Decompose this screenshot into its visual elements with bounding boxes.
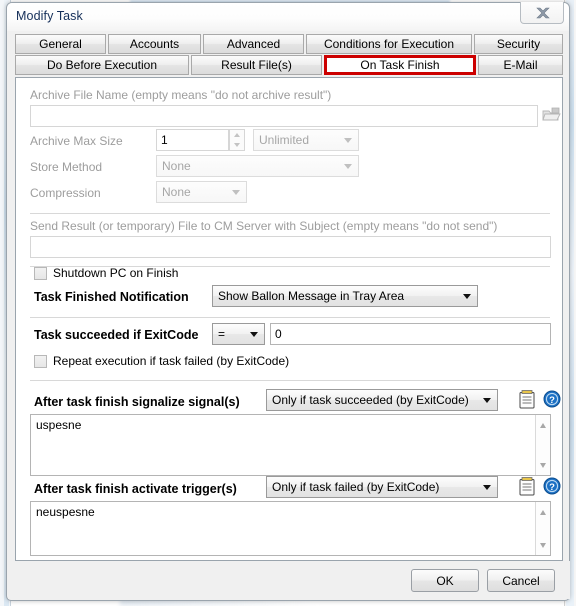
archive-max-size-label: Archive Max Size bbox=[30, 134, 123, 148]
tab-on-task-finish[interactable]: On Task Finish bbox=[327, 58, 473, 72]
tab-security[interactable]: Security bbox=[474, 34, 563, 54]
modify-task-dialog: Modify Task General Accounts Advanced Co… bbox=[6, 2, 570, 601]
chevron-down-icon bbox=[344, 138, 352, 143]
store-method-value: None bbox=[162, 159, 191, 173]
archive-file-name-label: Archive File Name (empty means "do not a… bbox=[30, 88, 332, 102]
dialog-titlebar: Modify Task bbox=[7, 2, 569, 31]
dialog-footer: OK Cancel bbox=[8, 561, 570, 599]
dialog-title: Modify Task bbox=[16, 9, 83, 23]
tab-row-2: Do Before Execution Result File(s) On Ta… bbox=[15, 55, 563, 75]
chevron-down-icon bbox=[344, 164, 352, 169]
tab-on-task-finish-highlight: On Task Finish bbox=[324, 55, 476, 75]
exitcode-value-input[interactable] bbox=[270, 323, 551, 345]
task-finished-notification-value: Show Ballon Message in Tray Area bbox=[218, 289, 405, 303]
shutdown-pc-label: Shutdown PC on Finish bbox=[53, 266, 179, 280]
tab-email[interactable]: E-Mail bbox=[478, 55, 563, 75]
exitcode-operator-combo[interactable]: = bbox=[212, 323, 265, 345]
signal-list-button[interactable] bbox=[519, 390, 535, 414]
send-result-label: Send Result (or temporary) File to CM Se… bbox=[30, 219, 498, 233]
archive-max-size-spinner[interactable] bbox=[229, 129, 245, 151]
compression-combo[interactable]: None bbox=[156, 181, 247, 203]
signal-help-button[interactable]: ? bbox=[543, 390, 561, 413]
tab-strip: General Accounts Advanced Conditions for… bbox=[15, 34, 563, 76]
repeat-execution-checkbox[interactable] bbox=[34, 355, 47, 368]
chevron-down-icon bbox=[232, 190, 240, 195]
tab-general[interactable]: General bbox=[15, 34, 106, 54]
scroll-down-icon[interactable] bbox=[536, 538, 550, 553]
divider-4 bbox=[30, 380, 550, 381]
trigger-list-value: neuspesne bbox=[36, 505, 95, 519]
chevron-down-icon bbox=[483, 485, 491, 490]
chevron-down-icon bbox=[483, 398, 491, 403]
trigger-list-button[interactable] bbox=[519, 477, 535, 501]
activate-triggers-label: After task finish activate trigger(s) bbox=[34, 482, 237, 496]
help-question-icon: ? bbox=[543, 390, 561, 408]
task-finished-notification-combo[interactable]: Show Ballon Message in Tray Area bbox=[212, 285, 478, 307]
archive-file-name-input[interactable] bbox=[30, 105, 538, 127]
help-question-icon: ? bbox=[543, 477, 561, 495]
task-finished-notification-label: Task Finished Notification bbox=[34, 290, 189, 304]
scroll-up-icon[interactable] bbox=[536, 504, 550, 519]
divider-3 bbox=[30, 317, 550, 318]
compression-label: Compression bbox=[30, 186, 101, 200]
trigger-list-textarea[interactable]: neuspesne bbox=[30, 501, 551, 556]
tab-accounts[interactable]: Accounts bbox=[108, 34, 201, 54]
on-task-finish-panel: Archive File Name (empty means "do not a… bbox=[15, 77, 563, 561]
chevron-down-icon bbox=[250, 332, 258, 337]
trigger-list-scrollbar[interactable] bbox=[535, 502, 550, 555]
tab-advanced[interactable]: Advanced bbox=[203, 34, 304, 54]
signalize-signals-label: After task finish signalize signal(s) bbox=[34, 395, 240, 409]
ok-button[interactable]: OK bbox=[411, 569, 479, 592]
archive-max-size-input[interactable] bbox=[156, 129, 229, 151]
store-method-label: Store Method bbox=[30, 160, 103, 174]
trigger-condition-combo[interactable]: Only if task failed (by ExitCode) bbox=[266, 476, 498, 498]
divider-1 bbox=[30, 213, 550, 214]
spinner-up-icon[interactable] bbox=[230, 130, 244, 140]
tab-conditions-for-execution[interactable]: Conditions for Execution bbox=[306, 34, 472, 54]
archive-max-size-unit-value: Unlimited bbox=[259, 133, 310, 147]
trigger-condition-value: Only if task failed (by ExitCode) bbox=[272, 480, 440, 494]
cancel-button[interactable]: Cancel bbox=[487, 569, 555, 592]
scroll-up-icon[interactable] bbox=[536, 417, 550, 432]
shutdown-pc-checkbox[interactable] bbox=[34, 267, 47, 280]
open-folder-icon bbox=[542, 107, 561, 121]
browse-folder-button[interactable] bbox=[542, 106, 562, 129]
repeat-execution-label: Repeat execution if task failed (by Exit… bbox=[53, 354, 290, 368]
svg-text:?: ? bbox=[549, 395, 555, 406]
close-icon bbox=[536, 7, 550, 19]
compression-value: None bbox=[162, 185, 191, 199]
chevron-down-icon bbox=[463, 294, 471, 299]
signalize-condition-value: Only if task succeeded (by ExitCode) bbox=[272, 393, 469, 407]
spinner-down-icon[interactable] bbox=[230, 140, 244, 150]
store-method-combo[interactable]: None bbox=[156, 155, 359, 177]
tab-row-1: General Accounts Advanced Conditions for… bbox=[15, 34, 563, 54]
scroll-down-icon[interactable] bbox=[536, 458, 550, 473]
close-button[interactable] bbox=[520, 2, 564, 24]
trigger-help-button[interactable]: ? bbox=[543, 477, 561, 500]
task-succeeded-exitcode-label: Task succeeded if ExitCode bbox=[34, 328, 199, 342]
exitcode-operator-value: = bbox=[218, 327, 226, 341]
svg-text:?: ? bbox=[549, 482, 555, 493]
clipboard-icon bbox=[519, 390, 535, 409]
signal-list-value: uspesne bbox=[36, 418, 82, 432]
signalize-condition-combo[interactable]: Only if task succeeded (by ExitCode) bbox=[266, 389, 498, 411]
signal-list-textarea[interactable]: uspesne bbox=[30, 414, 551, 476]
send-result-subject-input[interactable] bbox=[30, 236, 551, 258]
archive-max-size-unit-combo[interactable]: Unlimited bbox=[253, 129, 359, 151]
tab-do-before-execution[interactable]: Do Before Execution bbox=[15, 55, 189, 75]
tab-result-files[interactable]: Result File(s) bbox=[191, 55, 322, 75]
clipboard-icon bbox=[519, 477, 535, 496]
signal-list-scrollbar[interactable] bbox=[535, 415, 550, 475]
